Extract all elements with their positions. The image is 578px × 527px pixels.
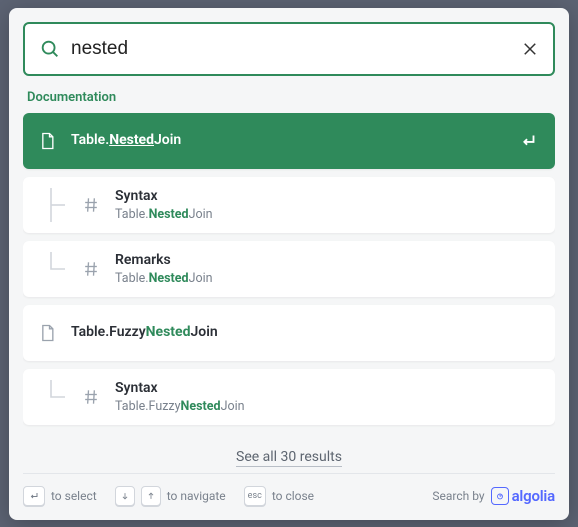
algolia-logo: algolia xyxy=(491,487,555,505)
algolia-mark-icon xyxy=(491,487,509,505)
enter-icon xyxy=(517,130,539,152)
result-item[interactable]: Syntax Table.FuzzyNestedJoin xyxy=(23,369,555,425)
result-subtitle: Table.NestedJoin xyxy=(115,271,539,286)
hint-select: to select xyxy=(51,489,97,503)
arrow-up-key-icon xyxy=(141,486,161,506)
keyboard-hints: to select to navigate esc to close xyxy=(23,486,314,506)
powered-by[interactable]: Search by algolia xyxy=(432,487,555,505)
clear-icon[interactable] xyxy=(521,40,539,58)
result-body: Table.NestedJoin xyxy=(71,131,503,149)
hash-icon xyxy=(81,387,101,407)
esc-key-icon: esc xyxy=(244,486,266,506)
hash-icon xyxy=(81,195,101,215)
result-title: Syntax xyxy=(115,379,539,397)
result-title: Table.NestedJoin xyxy=(71,131,503,149)
search-icon xyxy=(39,38,61,60)
see-all-results[interactable]: See all 30 results xyxy=(23,449,555,465)
enter-key-icon xyxy=(23,486,45,506)
results-list: Table.NestedJoinSyntaxTable.NestedJoinRe… xyxy=(23,113,555,435)
hint-close: to close xyxy=(272,489,314,503)
tree-connector-icon xyxy=(37,188,71,222)
footer: to select to navigate esc to close Searc… xyxy=(23,473,555,506)
result-item[interactable]: Table.NestedJoin xyxy=(23,113,555,169)
hint-navigate: to navigate xyxy=(167,489,226,503)
algolia-wordmark: algolia xyxy=(512,487,555,505)
section-label: Documentation xyxy=(27,90,555,105)
result-subtitle: Table.NestedJoin xyxy=(115,207,539,222)
page-icon xyxy=(37,131,57,151)
result-subtitle: Table.FuzzyNestedJoin xyxy=(115,399,539,414)
result-item[interactable]: Table.FuzzyNestedJoin xyxy=(23,305,555,361)
result-title: Table.FuzzyNestedJoin xyxy=(71,323,539,341)
result-title: Syntax xyxy=(115,187,539,205)
search-bar[interactable] xyxy=(23,22,555,76)
result-body: Syntax Table.FuzzyNestedJoin xyxy=(115,379,539,414)
search-input[interactable] xyxy=(71,38,511,60)
result-body: Syntax Table.NestedJoin xyxy=(115,187,539,222)
tree-connector-icon xyxy=(37,252,71,286)
page-icon xyxy=(37,323,57,343)
search-by-label: Search by xyxy=(432,489,484,503)
search-modal: Documentation Table.NestedJoin Syntax Tabl… xyxy=(9,8,569,520)
tree-connector-icon xyxy=(37,380,71,414)
result-body: Remarks Table.NestedJoin xyxy=(115,251,539,286)
result-item[interactable]: Remarks Table.NestedJoin xyxy=(23,241,555,297)
result-title: Remarks xyxy=(115,251,539,269)
hash-icon xyxy=(81,259,101,279)
arrow-down-key-icon xyxy=(115,486,135,506)
result-item[interactable]: Syntax Table.NestedJoin xyxy=(23,177,555,233)
result-body: Table.FuzzyNestedJoin xyxy=(71,323,539,341)
